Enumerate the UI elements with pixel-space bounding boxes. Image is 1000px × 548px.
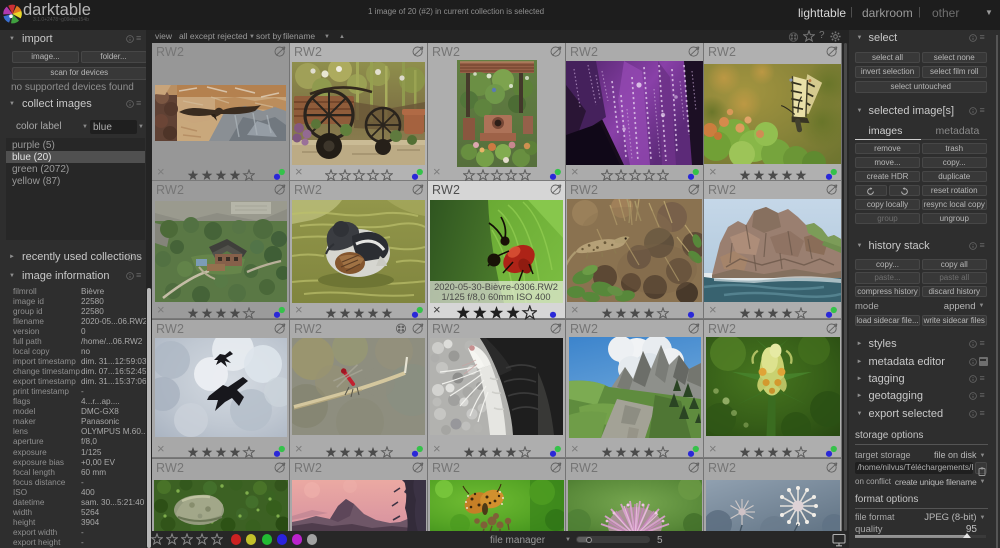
svg-text:1/125 f/8,0 60mm ISO 400: 1/125 f/8,0 60mm ISO 400 — [441, 292, 550, 302]
svg-text:2020-05-30-Bièvre-0306.RW2: 2020-05-30-Bièvre-0306.RW2 — [434, 282, 558, 292]
